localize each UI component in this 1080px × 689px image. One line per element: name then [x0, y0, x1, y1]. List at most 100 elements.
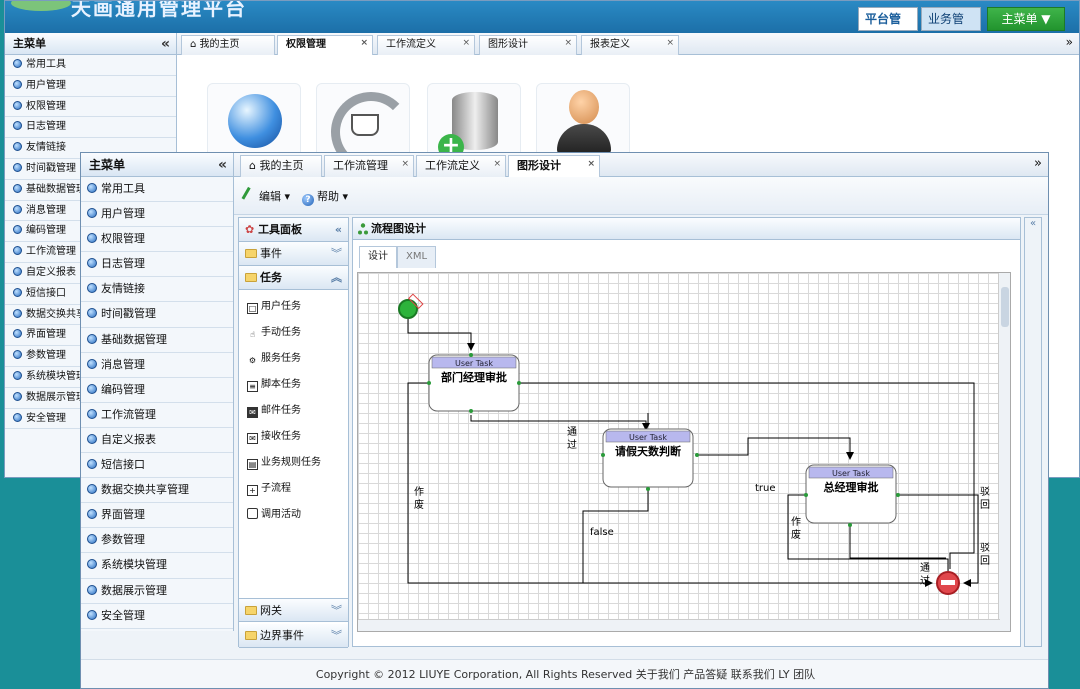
front-sidebar-item[interactable]: 日志管理	[81, 252, 233, 278]
back-sidebar-item[interactable]: 用户管理	[5, 76, 176, 97]
collapse-left-icon[interactable]: «	[161, 33, 170, 55]
main-menu-button[interactable]: 主菜单 ▼	[987, 7, 1065, 31]
task-user[interactable]: □ 用户任务	[239, 294, 348, 320]
edge-dept-days[interactable]	[470, 415, 650, 431]
front-tab-home[interactable]: ⌂ 我的主页	[240, 155, 322, 177]
task-business-rule[interactable]: ▤ 业务规则任务	[239, 450, 348, 476]
close-icon[interactable]: ×	[360, 34, 368, 52]
front-tab-graph-design[interactable]: 图形设计 ×	[508, 155, 600, 177]
front-sidebar-item[interactable]: 常用工具	[81, 177, 233, 203]
close-icon[interactable]: ×	[401, 154, 409, 174]
task-script[interactable]: ≡ 脚本任务	[239, 372, 348, 398]
back-tab-graph-design[interactable]: 图形设计 ×	[479, 35, 577, 55]
close-icon[interactable]: ×	[666, 34, 674, 52]
tab-xml[interactable]: XML	[397, 246, 437, 268]
chevron-down-icon[interactable]: »	[1066, 35, 1073, 49]
front-sidebar-item[interactable]: 系统模块管理	[81, 553, 233, 579]
coffee-refresh-icon[interactable]	[316, 83, 411, 172]
front-sidebar-item[interactable]: 自定义报表	[81, 428, 233, 454]
edge-dept-reject[interactable]	[519, 382, 975, 569]
front-sidebar-item[interactable]: 编码管理	[81, 378, 233, 403]
collapse-left-icon[interactable]: «	[335, 218, 342, 242]
collapse-up-icon: ︽	[331, 271, 342, 284]
node-dept-approval[interactable]: User Task 部门经理审批	[427, 353, 521, 413]
front-sidebar-item[interactable]: 消息管理	[81, 353, 233, 378]
front-sidebar-item-label: 用户管理	[101, 207, 145, 221]
task-list: □ 用户任务 ☝ 手动任务 ⚙ 服务任务 ≡ 脚本任务 ✉ 邮件任务 ✉ 接收任务 ▤ 业务规…	[239, 290, 348, 528]
toolbox-gateway-section[interactable]: 网关 ︾	[239, 598, 348, 622]
back-tab-workflow-def[interactable]: 工作流定义 ×	[377, 35, 475, 55]
back-sidebar-item-label: 参数管理	[26, 350, 66, 362]
task-receive[interactable]: ✉ 接收任务	[239, 424, 348, 450]
front-sidebar-item[interactable]: 权限管理	[81, 227, 233, 253]
task-call-activity[interactable]: 调用活动	[239, 502, 348, 528]
front-sidebar-item[interactable]: 工作流管理	[81, 403, 233, 428]
toolbox-events-section[interactable]: 事件 ︾	[239, 242, 348, 266]
close-icon[interactable]: ×	[564, 34, 572, 52]
toolbox-boundary-section[interactable]: 边界事件 ︾	[239, 624, 348, 648]
edge-gm-reject[interactable]	[898, 494, 979, 587]
flow-nodes-icon	[358, 223, 368, 235]
logo-icon	[11, 1, 71, 11]
task-subprocess[interactable]: + 子流程	[239, 476, 348, 502]
edge-label-pass-2: 通过	[920, 562, 930, 587]
dropdown-arrow-icon: ▾	[342, 190, 349, 203]
flow-panel-header: 流程图设计	[353, 218, 1020, 240]
task-mail[interactable]: ✉ 邮件任务	[239, 398, 348, 424]
database-add-icon[interactable]	[427, 83, 521, 161]
footer: Copyright © 2012 LIUYE Corporation, All …	[81, 659, 1048, 688]
node-label: 部门经理审批	[441, 370, 507, 384]
back-sidebar-header: 主菜单 «	[5, 33, 176, 55]
vertical-scrollbar[interactable]	[998, 273, 1010, 631]
edge-gm-pass[interactable]	[849, 525, 946, 559]
help-menu-button[interactable]: ? 帮助 ▾	[302, 188, 348, 206]
close-icon[interactable]: ×	[462, 34, 470, 52]
front-sidebar-item[interactable]: 界面管理	[81, 503, 233, 529]
front-tab-workflow-mgmt[interactable]: 工作流管理 ×	[324, 155, 414, 177]
front-tab-workflow-def[interactable]: 工作流定义 ×	[416, 155, 506, 177]
scroll-thumb[interactable]	[1001, 287, 1009, 327]
front-sidebar-item[interactable]: 安全管理	[81, 604, 233, 629]
front-sidebar-item[interactable]: 短信接口	[81, 453, 233, 479]
front-sidebar-item[interactable]: 时间戳管理	[81, 302, 233, 328]
edge-days-true[interactable]	[697, 437, 854, 460]
flow-canvas[interactable]: User Task 部门经理审批 User Task 请假天数判断 User T…	[357, 272, 1011, 632]
front-sidebar-item[interactable]: 数据展示管理	[81, 579, 233, 604]
task-manual[interactable]: ☝ 手动任务	[239, 320, 348, 346]
platform-management-button[interactable]: 平台管理	[858, 7, 918, 48]
front-sidebar-item[interactable]: 参数管理	[81, 528, 233, 554]
collapse-left-icon[interactable]: «	[218, 153, 227, 177]
edge-start-dept[interactable]	[407, 318, 475, 351]
node-gm-approval[interactable]: User Task 总经理审批	[804, 464, 900, 527]
front-sidebar-item[interactable]: 用户管理	[81, 202, 233, 228]
menu-bullet-icon	[87, 484, 97, 495]
right-panel-collapse[interactable]: «	[1024, 217, 1042, 647]
front-sidebar-item[interactable]: 基础数据管理	[81, 328, 233, 353]
business-management-button[interactable]: 业务管理	[921, 7, 981, 48]
back-sidebar-item-label: 消息管理	[26, 204, 66, 216]
tab-design[interactable]: 设计	[359, 246, 397, 268]
back-sidebar-item[interactable]: 日志管理	[5, 117, 176, 139]
front-sidebar-item-label: 时间戳管理	[101, 307, 156, 321]
edit-menu-button[interactable]: 编辑 ▾	[241, 186, 290, 205]
back-tab-home[interactable]: ⌂ 我的主页	[181, 35, 275, 55]
back-tab-permission[interactable]: 权限管理 ×	[277, 35, 373, 55]
close-icon[interactable]: ×	[493, 154, 501, 174]
front-sidebar-item[interactable]: 友情链接	[81, 277, 233, 303]
node-days-check[interactable]: User Task 请假天数判断	[601, 428, 699, 491]
back-sidebar-item-label: 时间戳管理	[26, 162, 76, 174]
horizontal-scrollbar[interactable]	[358, 619, 1000, 631]
globe-icon[interactable]	[207, 83, 301, 161]
back-sidebar-item[interactable]: 权限管理	[5, 97, 176, 118]
back-tab-report-def[interactable]: 报表定义 ×	[581, 35, 679, 55]
gear-icon: ⚙	[248, 356, 257, 365]
user-manager-icon[interactable]	[536, 83, 630, 161]
task-service[interactable]: ⚙ 服务任务	[239, 346, 348, 372]
start-event[interactable]	[398, 299, 418, 319]
menu-bullet-icon	[13, 79, 22, 89]
front-sidebar-item[interactable]: 数据交换共享管理	[81, 478, 233, 504]
close-icon[interactable]: ×	[587, 154, 595, 174]
toolbox-tasks-section[interactable]: 任务 ︽	[239, 266, 348, 290]
back-sidebar-item[interactable]: 常用工具	[5, 55, 176, 76]
chevron-down-icon[interactable]: »	[1034, 156, 1042, 171]
